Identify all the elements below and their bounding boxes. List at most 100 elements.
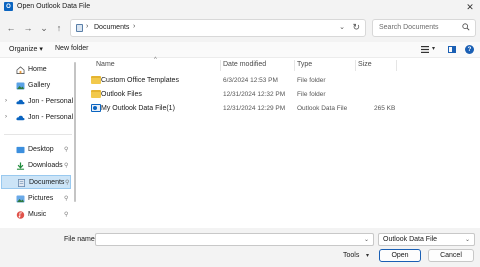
pin-icon: ⚲ — [64, 147, 69, 153]
file-name-dropdown-icon[interactable]: ⌄ — [364, 236, 369, 243]
pictures-icon — [16, 195, 25, 203]
sidebar-item-documents[interactable]: Documents ⚲ — [1, 175, 71, 189]
sidebar-item-label: Desktop — [28, 146, 54, 153]
download-icon — [16, 162, 25, 170]
file-date-modified: 12/31/2024 12:29 PM — [223, 105, 286, 112]
file-type: File folder — [297, 77, 326, 84]
scrollbar-thumb[interactable] — [74, 62, 76, 202]
column-divider[interactable] — [220, 60, 221, 71]
desktop-icon — [16, 146, 25, 154]
tools-button[interactable]: Tools — [343, 252, 359, 259]
chevron-down-icon: ⌄ — [464, 237, 470, 243]
column-divider[interactable] — [355, 60, 356, 71]
sidebar-item-downloads[interactable]: Downloads ⚲ — [0, 159, 72, 173]
search-input[interactable]: Search Documents — [379, 24, 439, 31]
up-button[interactable]: ↑ — [53, 22, 65, 34]
file-name: Outlook Files — [101, 91, 142, 98]
sidebar-item-home[interactable]: Home — [0, 63, 72, 77]
breadcrumb-separator[interactable]: › — [86, 23, 88, 30]
pin-icon: ⚲ — [64, 212, 69, 218]
column-divider[interactable] — [396, 60, 397, 71]
file-date-modified: 12/31/2024 12:32 PM — [223, 91, 286, 98]
column-header-size[interactable]: Size — [358, 61, 372, 68]
sidebar-item-label: Jon - Personal — [28, 114, 74, 121]
sidebar-item-desktop[interactable]: Desktop ⚲ — [0, 143, 72, 157]
file-row[interactable]: My Outlook Data File(1) 12/31/2024 12:29… — [84, 102, 476, 115]
cancel-button[interactable]: Cancel — [428, 249, 474, 262]
column-header-date-modified[interactable]: Date modified — [223, 61, 266, 68]
pin-icon: ⚲ — [64, 163, 69, 169]
folder-icon — [91, 90, 101, 98]
this-pc-icon — [76, 24, 83, 32]
pin-icon: ⚲ — [64, 196, 69, 202]
sidebar-item-label: Music — [28, 211, 47, 218]
column-header-type[interactable]: Type — [297, 61, 312, 68]
column-header-name[interactable]: Name — [96, 61, 115, 68]
onedrive-icon — [16, 99, 25, 105]
pst-file-icon — [91, 104, 101, 112]
address-bar[interactable]: › Documents › ⌄ ↻ — [70, 19, 366, 37]
file-name-input[interactable] — [95, 233, 374, 246]
chevron-right-icon[interactable]: › — [5, 114, 7, 120]
sidebar-item-label: Home — [28, 66, 47, 73]
navigation-scrollbar[interactable] — [73, 58, 77, 228]
help-icon[interactable]: ? — [465, 45, 474, 54]
sidebar-item-onedrive-personal[interactable]: › Jon - Personal — [0, 111, 74, 125]
sidebar-item-label: Documents — [29, 179, 65, 186]
gallery-icon — [16, 82, 25, 90]
view-dropdown-icon[interactable]: ▾ — [432, 45, 435, 52]
file-type-select[interactable]: Outlook Data File ⌄ — [378, 233, 475, 246]
file-row[interactable]: Custom Office Templates 6/3/2024 12:53 P… — [84, 74, 476, 87]
sidebar-item-label: Downloads — [28, 162, 63, 169]
dialog-footer: File name: ⌄ Outlook Data File ⌄ Tools ▾… — [0, 228, 480, 267]
navigation-pane: Home Gallery › Jon - Personal › Jon - Pe… — [0, 58, 76, 228]
command-bar: Organize ▾ New folder ▾ ? — [0, 42, 480, 58]
folder-icon — [91, 76, 101, 84]
close-button[interactable]: ✕ — [460, 0, 480, 14]
sidebar-item-gallery[interactable]: Gallery — [0, 79, 72, 93]
home-icon — [16, 66, 25, 74]
file-list: ^ Name Date modified Type Size Custom Of… — [78, 57, 480, 228]
navigation-bar: ← → ⌄ ↑ › Documents › ⌄ ↻ Search Documen… — [0, 14, 480, 42]
refresh-icon[interactable]: ↻ — [352, 22, 360, 33]
sidebar-item-music[interactable]: Music ⚲ — [0, 208, 72, 222]
back-button[interactable]: ← — [5, 22, 17, 34]
title-bar: O Open Outlook Data File ✕ — [0, 0, 480, 14]
sort-ascending-icon: ^ — [154, 57, 157, 63]
preview-pane-icon[interactable] — [448, 46, 456, 53]
recent-locations-button[interactable]: ⌄ — [38, 22, 50, 34]
sidebar-item-label: Jon - Personal — [28, 98, 74, 105]
pin-icon: ⚲ — [65, 180, 70, 186]
file-type-value: Outlook Data File — [383, 236, 438, 243]
search-box[interactable]: Search Documents — [372, 19, 476, 37]
column-divider[interactable] — [294, 60, 295, 71]
file-name: Custom Office Templates — [101, 77, 179, 84]
file-size: 265 KB — [374, 105, 396, 112]
documents-icon — [18, 179, 25, 187]
view-options-icon[interactable] — [421, 46, 429, 53]
forward-button[interactable]: → — [22, 22, 34, 34]
chevron-right-icon[interactable]: › — [5, 98, 7, 104]
breadcrumb-documents[interactable]: Documents — [94, 24, 129, 31]
outlook-app-icon: O — [4, 2, 13, 11]
music-icon — [16, 211, 25, 219]
onedrive-icon — [16, 115, 25, 121]
window-title: Open Outlook Data File — [17, 3, 91, 10]
breadcrumb-separator[interactable]: › — [133, 23, 135, 30]
sidebar-item-label: Pictures — [28, 195, 54, 202]
search-icon[interactable] — [462, 23, 470, 31]
file-name: My Outlook Data File(1) — [101, 105, 175, 112]
file-name-label: File name: — [64, 236, 97, 243]
file-date-modified: 6/3/2024 12:53 PM — [223, 77, 278, 84]
tools-dropdown-icon[interactable]: ▾ — [366, 252, 369, 259]
sidebar-item-pictures[interactable]: Pictures ⚲ — [0, 192, 72, 206]
sidebar-divider — [4, 134, 72, 135]
sidebar-item-onedrive-personal[interactable]: › Jon - Personal — [0, 95, 74, 109]
open-button[interactable]: Open — [379, 249, 421, 262]
file-row[interactable]: Outlook Files 12/31/2024 12:32 PM File f… — [84, 88, 476, 101]
address-dropdown-icon[interactable]: ⌄ — [339, 23, 345, 31]
sidebar-item-label: Gallery — [28, 82, 51, 89]
new-folder-button[interactable]: New folder — [55, 45, 88, 52]
file-type: File folder — [297, 91, 326, 98]
organize-button[interactable]: Organize ▾ — [9, 45, 43, 53]
